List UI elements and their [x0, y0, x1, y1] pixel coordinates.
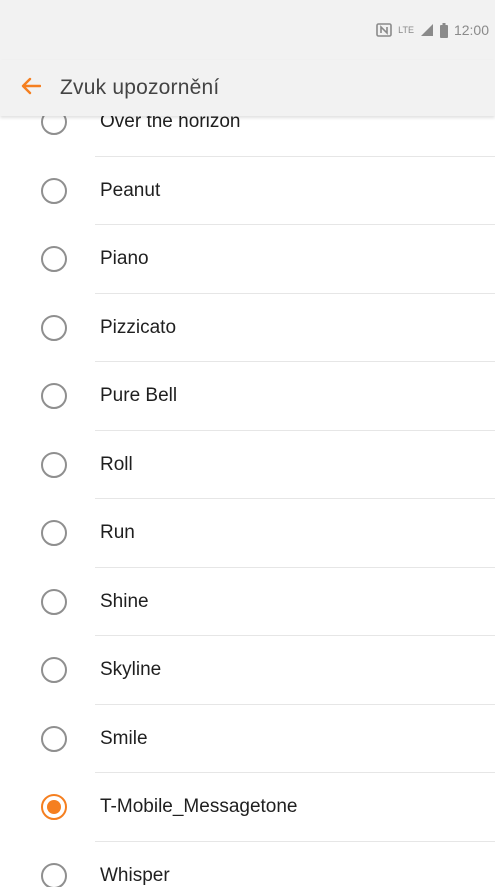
- list-item-label: Piano: [100, 248, 149, 270]
- radio-button[interactable]: [41, 246, 67, 273]
- radio-button[interactable]: [41, 657, 67, 684]
- list-item-label: Pizzicato: [100, 316, 177, 338]
- radio-button[interactable]: [41, 116, 67, 136]
- list-item-label: Skyline: [100, 659, 162, 681]
- list-item[interactable]: Skyline: [0, 636, 495, 705]
- signal-icon: [420, 23, 434, 37]
- list-item-label: Shine: [100, 590, 149, 612]
- radio-button[interactable]: [41, 314, 67, 341]
- list-item[interactable]: Peanut: [0, 157, 495, 225]
- list-item[interactable]: Shine: [0, 568, 495, 636]
- radio-button[interactable]: [41, 862, 67, 887]
- status-bar: LTE 12:00: [0, 0, 495, 60]
- list-item[interactable]: Over the horizon: [0, 116, 495, 157]
- list-item[interactable]: Run: [0, 499, 495, 568]
- radio-button[interactable]: [41, 588, 67, 615]
- lte-icon: LTE: [398, 24, 414, 35]
- list-item[interactable]: T-Mobile_Messagetone: [0, 773, 495, 842]
- ringtone-list[interactable]: Over the horizon Peanut Piano Pizzicato Pure…: [0, 116, 495, 887]
- list-item-label: T-Mobile_Messagetone: [100, 796, 298, 818]
- battery-icon: [439, 22, 448, 38]
- radio-button-checked[interactable]: [41, 794, 67, 821]
- list-item-label: Roll: [100, 453, 133, 475]
- radio-button[interactable]: [41, 383, 67, 410]
- page-title: Zvuk upozornění: [60, 76, 220, 99]
- radio-button[interactable]: [41, 177, 67, 204]
- radio-dot: [47, 800, 61, 815]
- list-item[interactable]: Whisper: [0, 842, 495, 887]
- list-item-label: Over the horizon: [100, 116, 241, 133]
- back-button[interactable]: [0, 60, 60, 116]
- list-item-label: Run: [100, 522, 135, 544]
- list-item[interactable]: Piano: [0, 225, 495, 294]
- radio-button[interactable]: [41, 520, 67, 547]
- back-arrow-icon: [21, 77, 42, 100]
- list-item-label: Pure Bell: [100, 385, 178, 407]
- list-item-label: Smile: [100, 727, 148, 749]
- list-item-label: Whisper: [100, 864, 170, 886]
- list-item[interactable]: Roll: [0, 431, 495, 499]
- nfc-icon: [376, 23, 392, 37]
- list-item[interactable]: Smile: [0, 705, 495, 773]
- list-item-label: Peanut: [100, 179, 161, 201]
- status-time: 12:00: [453, 22, 489, 38]
- radio-button[interactable]: [41, 725, 67, 752]
- list-item[interactable]: Pizzicato: [0, 294, 495, 362]
- app-bar: Zvuk upozornění: [0, 60, 495, 116]
- radio-button[interactable]: [41, 451, 67, 478]
- list-item[interactable]: Pure Bell: [0, 362, 495, 431]
